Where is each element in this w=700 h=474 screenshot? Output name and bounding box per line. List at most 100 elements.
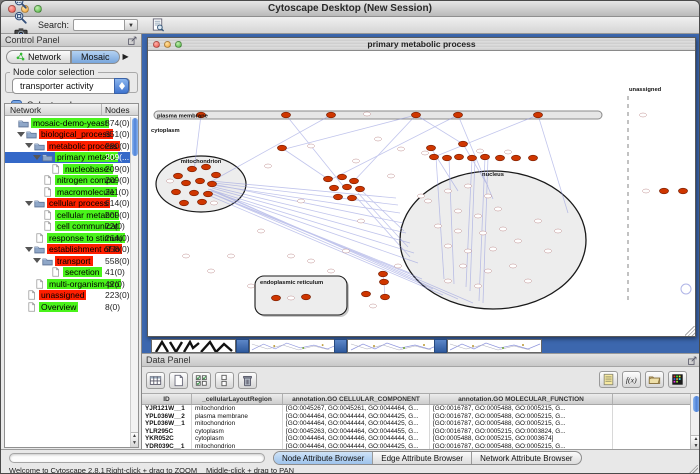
zoom-fit-icon[interactable] [12, 10, 29, 25]
float-panel-icon[interactable] [687, 355, 698, 366]
folder-icon [42, 256, 53, 266]
window-resize-grip[interactable] [685, 326, 695, 336]
tree-row-count: 8(0) [105, 302, 120, 312]
tree-row-count: 223(0) [105, 290, 130, 300]
minimized-windows-strip [142, 339, 700, 353]
tree-row-label: cellular process [47, 198, 110, 208]
svg-text:plasma membrane: plasma membrane [157, 113, 209, 119]
tree-row[interactable]: secretion41(0) [5, 267, 130, 279]
attribute-table-icon[interactable] [146, 372, 165, 389]
svg-text:f(x): f(x) [626, 376, 637, 385]
column-header[interactable]: _cellularLayoutRegion [192, 394, 283, 404]
float-panel-icon[interactable] [127, 35, 138, 46]
minimized-window[interactable] [347, 339, 444, 353]
folder-icon [34, 141, 45, 151]
report-icon[interactable] [599, 371, 618, 388]
tree-row[interactable]: cellular metabol209(0) [5, 209, 130, 221]
table-row[interactable]: YJR121W__1mitochondrion[GO:0045267, GO:0… [142, 405, 690, 413]
column-header[interactable]: ID [142, 394, 192, 404]
minimized-window[interactable] [249, 339, 341, 353]
disclosure-triangle-icon[interactable] [25, 247, 33, 252]
function-builder-icon[interactable]: f(x) [622, 371, 641, 388]
network-view-window[interactable]: primary metabolic process plasma membran… [147, 37, 696, 337]
table-row[interactable]: YPL036W__1mitochondrion[GO:0044464, GO:0… [142, 420, 690, 428]
status-bar: Node Attribute BrowserEdge Attribute Bro… [1, 449, 699, 474]
tree-row-count: 209(... [105, 152, 129, 162]
table-scrollbar[interactable]: ▲▼ [690, 393, 700, 450]
tree-column-divider[interactable] [101, 104, 102, 115]
disclosure-triangle-icon[interactable] [17, 132, 25, 137]
column-header[interactable]: annotation.GO MOLECULAR_FUNCTION [430, 394, 613, 404]
unselect-attributes-icon[interactable] [215, 372, 234, 389]
file-icon [42, 210, 53, 220]
tree-row[interactable]: biological_process651(0) [5, 129, 130, 141]
minimized-window-icon[interactable] [434, 339, 447, 353]
titlebar[interactable]: Cytoscape Desktop (New Session) [1, 1, 699, 17]
app-resize-grip[interactable] [689, 465, 698, 474]
status-hint-pan: Middle-click + drag to PAN [206, 466, 294, 474]
disclosure-triangle-icon[interactable] [25, 143, 33, 148]
import-attributes-icon[interactable] [645, 371, 664, 388]
minimized-window-icon[interactable] [334, 339, 347, 353]
file-icon [50, 164, 61, 174]
tab-network[interactable]: Network [6, 50, 71, 64]
disclosure-triangle-icon[interactable] [33, 155, 41, 160]
tab-node-attribute-browser[interactable]: Node Attribute Browser [274, 452, 373, 464]
tree-row-count: 280(0) [105, 141, 130, 151]
tree-row[interactable]: multi-organism pro42(0) [5, 278, 130, 290]
cell-cellular-component: [GO:0044464, GO:0044446, GO:0044444, G..… [283, 435, 430, 443]
tree-row[interactable]: nitrogen compo209(0) [5, 175, 130, 187]
minimized-window[interactable] [151, 339, 236, 353]
tree-row[interactable]: nucleobase-209(0) [5, 163, 130, 175]
tree-row[interactable]: primary metabo209(... [5, 152, 130, 164]
tree-row[interactable]: response to stimulu264(0) [5, 232, 130, 244]
new-attribute-icon[interactable] [169, 372, 188, 389]
select-attributes-icon[interactable] [192, 372, 211, 389]
disclosure-triangle-icon[interactable] [25, 201, 33, 206]
file-icon [34, 279, 45, 289]
tree-row[interactable]: transport558(0) [5, 255, 130, 267]
attribute-table-header[interactable]: ID_cellularLayoutRegionannotation.GO CEL… [142, 394, 690, 405]
tree-row[interactable]: cell communicat22(0) [5, 221, 130, 233]
table-row[interactable]: YPL036W__2plasma membrane[GO:0044464, GO… [142, 413, 690, 421]
table-scrollbar-thumb[interactable] [693, 396, 700, 412]
dropdown-stepper-icon [114, 78, 129, 94]
node-color-dropdown[interactable]: transporter activity [12, 78, 130, 94]
tree-row[interactable]: metabolic process280(0) [5, 140, 130, 152]
tab-edge-attribute-browser[interactable]: Edge Attribute Browser [373, 452, 472, 464]
network-view-titlebar[interactable]: primary metabolic process [148, 38, 695, 51]
tab-mosaic[interactable]: Mosaic [71, 50, 120, 64]
tree-row[interactable]: unassigned223(0) [5, 290, 130, 302]
tab-network-attribute-browser[interactable]: Network Attribute Browser [472, 452, 580, 464]
tree-row[interactable]: mosaic-demo-yeast874(0) [5, 117, 130, 129]
tree-row[interactable]: macromolecule311(0) [5, 186, 130, 198]
tree-row[interactable]: establishment of lo558(0) [5, 244, 130, 256]
tree-scrollbar-arrows[interactable]: ▲▼ [131, 432, 138, 447]
tree-scrollbar[interactable]: ▲▼ [130, 117, 138, 447]
disclosure-triangle-icon[interactable] [33, 258, 41, 263]
minimized-window-icon[interactable] [236, 339, 249, 353]
data-panel-toolbar-right: f(x) [595, 371, 687, 388]
file-icon [42, 175, 53, 185]
tab-overflow-arrow[interactable]: ▶ [123, 52, 129, 61]
tree-row[interactable]: Overview8(0) [5, 301, 130, 313]
attribute-matrix-icon[interactable] [668, 371, 687, 388]
cell-region: cytoplasm [192, 435, 283, 443]
table-row[interactable]: YKR052Ccytoplasm[GO:0044464, GO:0044446,… [142, 435, 690, 443]
table-scrollbar-arrows[interactable]: ▲▼ [691, 435, 700, 450]
status-texts: Welcome to Cytoscape 2.8.1 Right-click +… [1, 466, 699, 474]
network-canvas[interactable]: plasma membranecytoplasmmitochondrionnuc… [148, 51, 695, 336]
tree-scrollbar-thumb[interactable] [132, 118, 138, 156]
table-row[interactable]: YLR295Ccytoplasm[GO:0045263, GO:0044464,… [142, 428, 690, 436]
tree-row-count: 558(0) [105, 256, 130, 266]
tree-row[interactable]: cellular process614(0) [5, 198, 130, 210]
delete-attribute-icon[interactable] [238, 372, 257, 389]
search-input[interactable] [73, 19, 125, 31]
attribute-table-body: YJR121W__1mitochondrion[GO:0045267, GO:0… [142, 405, 690, 451]
minimized-window[interactable] [447, 339, 542, 353]
zoom-selected-icon[interactable] [12, 0, 29, 10]
column-header[interactable]: annotation.GO CELLULAR_COMPONENT [283, 394, 430, 404]
search-dropdown-button[interactable]: ▼ [125, 19, 138, 31]
advanced-search-icon[interactable] [149, 18, 166, 33]
cell-molecular-function: [GO:0005488, GO:0005215, GO:0003674] [430, 435, 613, 443]
